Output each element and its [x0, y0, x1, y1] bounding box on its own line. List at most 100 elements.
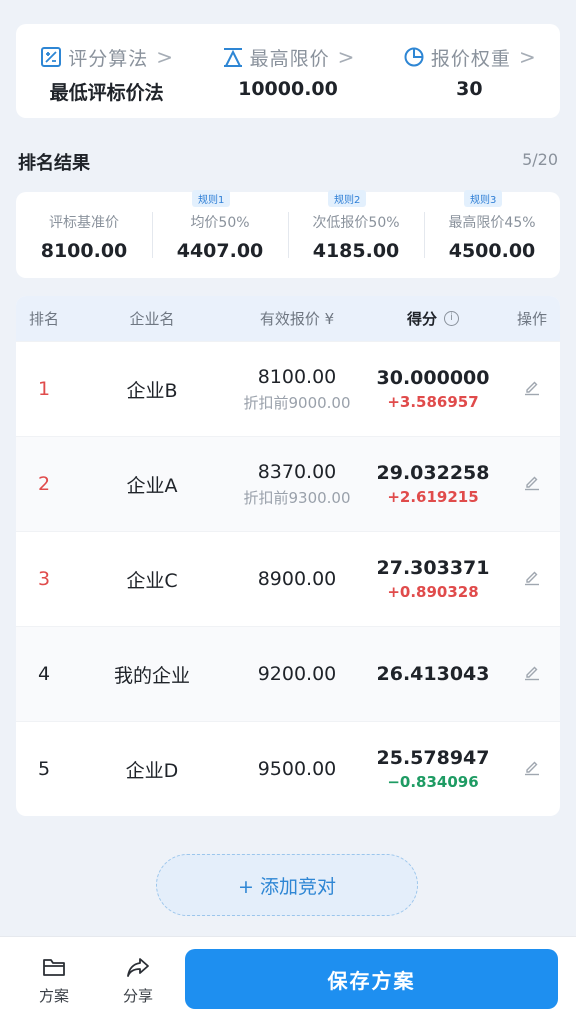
- ranking-count: 5/20: [522, 150, 558, 169]
- header-price: 有效报价 ¥: [259, 310, 335, 328]
- header-score: 得分 i: [362, 308, 504, 329]
- company-name: 企业C: [126, 569, 178, 592]
- effective-price: 9200.00: [257, 663, 337, 685]
- rank-number: 3: [37, 568, 51, 590]
- score-diff: +0.890328: [387, 583, 479, 601]
- price-cell: 8100.00 折扣前9000.00: [232, 366, 362, 413]
- param-label: 报价权重: [430, 47, 511, 70]
- chevron-right-icon: >: [337, 45, 355, 69]
- edit-button[interactable]: [504, 568, 560, 590]
- param-scoring-algorithm[interactable]: 评分算法 > 最低评标价法: [16, 24, 197, 118]
- score-cell: 25.578947 −0.834096: [362, 747, 504, 791]
- stat-value: 4185.00: [312, 240, 400, 262]
- original-price: 折扣前9000.00: [243, 393, 351, 412]
- bottom-bar: 方案 分享 保存方案: [0, 936, 576, 1024]
- table-header: 排名 企业名 有效报价 ¥ 得分 i 操作: [16, 296, 560, 341]
- rank-number: 4: [37, 663, 51, 685]
- param-ceiling-price[interactable]: 最高限价 > 10000.00: [197, 24, 378, 118]
- stat-ceiling-share: 规则3 最高限价45% 4500.00: [424, 190, 560, 278]
- header-rank: 排名: [28, 310, 59, 328]
- share-icon: [108, 955, 168, 979]
- stat-value: 4500.00: [448, 240, 536, 262]
- chevron-right-icon: >: [156, 45, 174, 69]
- stat-label: 评标基准价: [49, 215, 119, 231]
- ranking-table: 排名 企业名 有效报价 ¥ 得分 i 操作 1 企业B 8100.00 折扣前9…: [16, 296, 560, 816]
- table-row: 5 企业D 9500.00 25.578947 −0.834096: [16, 721, 560, 816]
- effective-price: 8100.00: [257, 365, 337, 388]
- tab-plans[interactable]: 方案: [24, 955, 84, 1006]
- rank-number: 2: [37, 473, 51, 495]
- score-value: 25.578947: [376, 747, 490, 769]
- chevron-right-icon: >: [518, 45, 536, 69]
- edit-button[interactable]: [504, 473, 560, 495]
- save-plan-button[interactable]: 保存方案: [185, 949, 558, 1009]
- score-cell: 27.303371 +0.890328: [362, 557, 504, 601]
- pie-chart-icon: [403, 46, 425, 68]
- edit-icon: [523, 473, 541, 495]
- score-value: 26.413043: [376, 663, 490, 685]
- stat-value: 4407.00: [176, 240, 264, 262]
- edit-button[interactable]: [504, 758, 560, 780]
- rank-number: 1: [37, 378, 51, 400]
- price-cell: 9200.00: [232, 663, 362, 685]
- stat-benchmark-price: 评标基准价 8100.00: [16, 192, 152, 278]
- tab-share-label: 分享: [122, 987, 153, 1005]
- param-value: 30: [456, 78, 483, 100]
- score-cell: 30.000000 +3.586957: [362, 367, 504, 411]
- score-cell: 26.413043: [362, 663, 504, 685]
- params-card: 评分算法 > 最低评标价法 最高限价 > 10000.00 报价权重 > 30: [16, 24, 560, 118]
- info-icon[interactable]: i: [444, 311, 459, 326]
- header-action: 操作: [516, 310, 547, 328]
- param-price-weight[interactable]: 报价权重 > 30: [379, 24, 560, 118]
- ceiling-price-icon: [222, 46, 244, 68]
- edit-button[interactable]: [504, 663, 560, 685]
- formula-icon: [40, 46, 62, 68]
- edit-icon: [523, 378, 541, 400]
- param-label: 最高限价: [249, 47, 330, 70]
- effective-price: 9500.00: [257, 758, 337, 780]
- stat-label: 最高限价45%: [448, 215, 536, 231]
- rank-number: 5: [37, 758, 51, 780]
- edit-icon: [523, 758, 541, 780]
- param-label: 评分算法: [68, 47, 149, 70]
- header-company: 企业名: [129, 310, 175, 328]
- score-value: 29.032258: [376, 462, 490, 484]
- ranking-title: 排名结果: [18, 153, 90, 174]
- company-name: 企业D: [125, 759, 179, 782]
- edit-icon: [523, 568, 541, 590]
- score-value: 30.000000: [376, 367, 490, 389]
- edit-button[interactable]: [504, 378, 560, 400]
- score-value: 27.303371: [376, 557, 490, 579]
- tab-plans-label: 方案: [38, 987, 69, 1005]
- stat-label: 均价50%: [190, 215, 250, 231]
- table-body: 1 企业B 8100.00 折扣前9000.00 30.000000 +3.58…: [16, 341, 560, 816]
- score-diff: −0.834096: [387, 773, 479, 791]
- original-price: 折扣前9300.00: [243, 488, 351, 507]
- rule-tag: 规则1: [192, 190, 231, 207]
- table-row: 4 我的企业 9200.00 26.413043: [16, 626, 560, 721]
- folder-icon: [24, 955, 84, 979]
- score-cell: 29.032258 +2.619215: [362, 462, 504, 506]
- company-name: 企业B: [126, 379, 178, 402]
- table-row: 3 企业C 8900.00 27.303371 +0.890328: [16, 531, 560, 626]
- score-diff: +3.586957: [387, 393, 479, 411]
- price-cell: 9500.00: [232, 758, 362, 780]
- effective-price: 8370.00: [257, 460, 337, 483]
- stat-second-lowest: 规则2 次低报价50% 4185.00: [288, 190, 424, 278]
- price-cell: 8370.00 折扣前9300.00: [232, 461, 362, 508]
- stat-average-price: 规则1 均价50% 4407.00: [152, 190, 288, 278]
- table-row: 2 企业A 8370.00 折扣前9300.00 29.032258 +2.61…: [16, 436, 560, 531]
- add-competitor-button[interactable]: + 添加竞对: [156, 854, 418, 916]
- param-value: 最低评标价法: [49, 82, 164, 104]
- score-diff: +2.619215: [387, 488, 479, 506]
- tab-share[interactable]: 分享: [108, 955, 168, 1006]
- stat-label: 次低报价50%: [312, 215, 400, 231]
- header-score-label: 得分: [406, 310, 437, 328]
- param-value: 10000.00: [238, 78, 338, 100]
- stat-value: 8100.00: [40, 240, 128, 262]
- rule-tag: 规则2: [328, 190, 367, 207]
- company-name: 企业A: [126, 474, 178, 497]
- table-row: 1 企业B 8100.00 折扣前9000.00 30.000000 +3.58…: [16, 341, 560, 436]
- effective-price: 8900.00: [257, 568, 337, 590]
- price-cell: 8900.00: [232, 568, 362, 590]
